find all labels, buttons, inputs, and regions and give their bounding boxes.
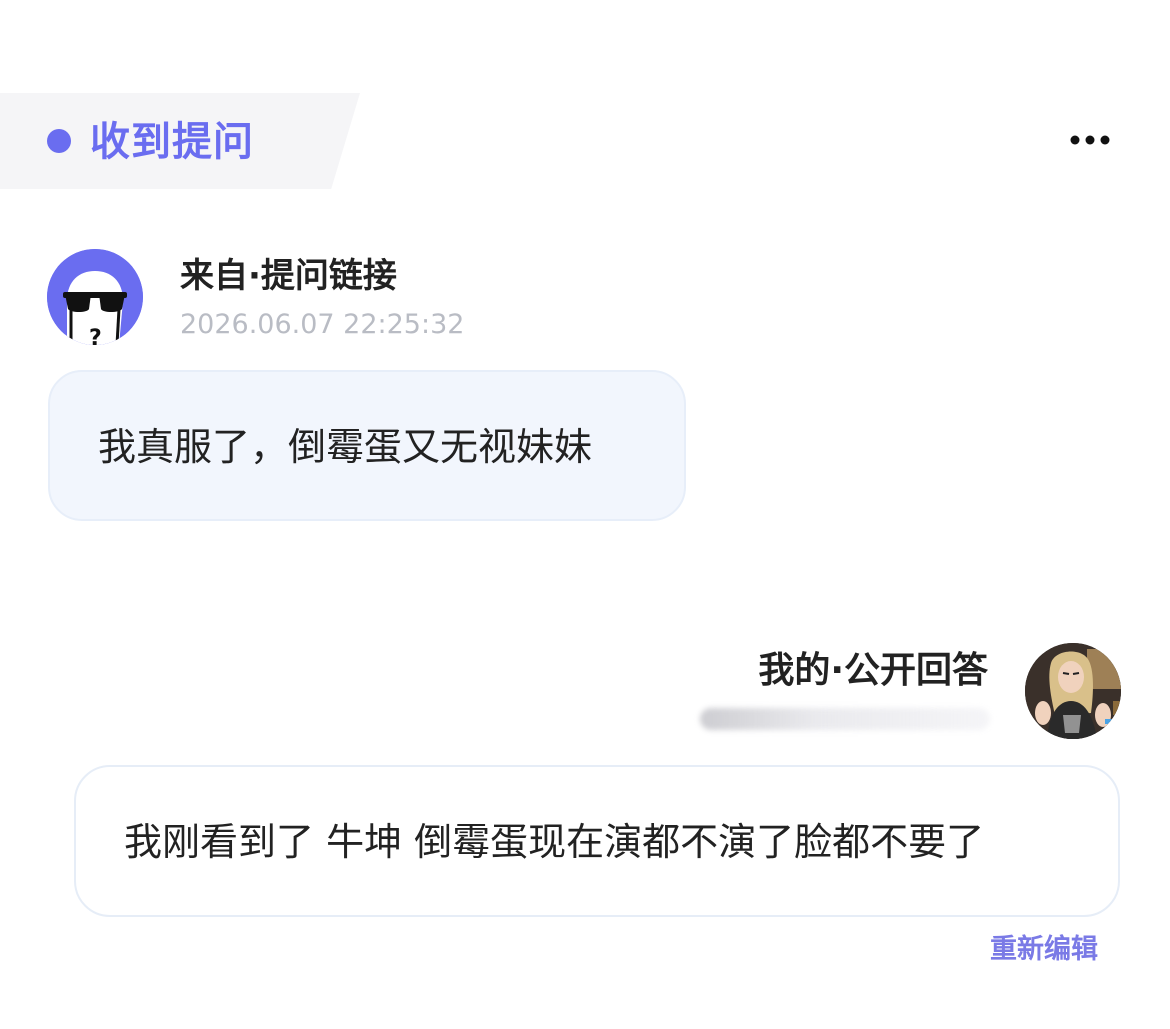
more-horizontal-icon [1070,135,1110,145]
svg-text:?: ? [89,326,102,345]
answer-bubble: 我刚看到了 牛坤 倒霉蛋现在演都不演了脸都不要了 [74,765,1120,917]
question-text: 我真服了，倒霉蛋又无视妹妹 [98,425,593,469]
answerer-avatar[interactable] [1025,643,1121,739]
more-options-button[interactable] [1065,122,1115,158]
user-photo-icon [1025,643,1121,739]
question-timestamp: 2026.06.07 22:25:32 [180,309,465,340]
header-dot-icon [47,129,71,153]
asker-avatar[interactable]: ? [47,249,143,345]
answer-label: 我的·公开回答 [758,650,988,691]
answer-text: 我刚看到了 牛坤 倒霉蛋现在演都不演了脸都不要了 [124,820,985,864]
anonymous-sunglasses-icon: ? [47,249,143,345]
question-source-label: 来自·提问链接 [180,256,397,296]
re-edit-button[interactable]: 重新编辑 [990,932,1098,968]
question-answer-page: 收到提问 ? 来自·提问链接 2026.06.07 22:25:32 我真服了，… [0,0,1170,1029]
page-title: 收到提问 [90,119,254,165]
question-bubble: 我真服了，倒霉蛋又无视妹妹 [48,370,686,521]
blurred-username [700,708,990,730]
